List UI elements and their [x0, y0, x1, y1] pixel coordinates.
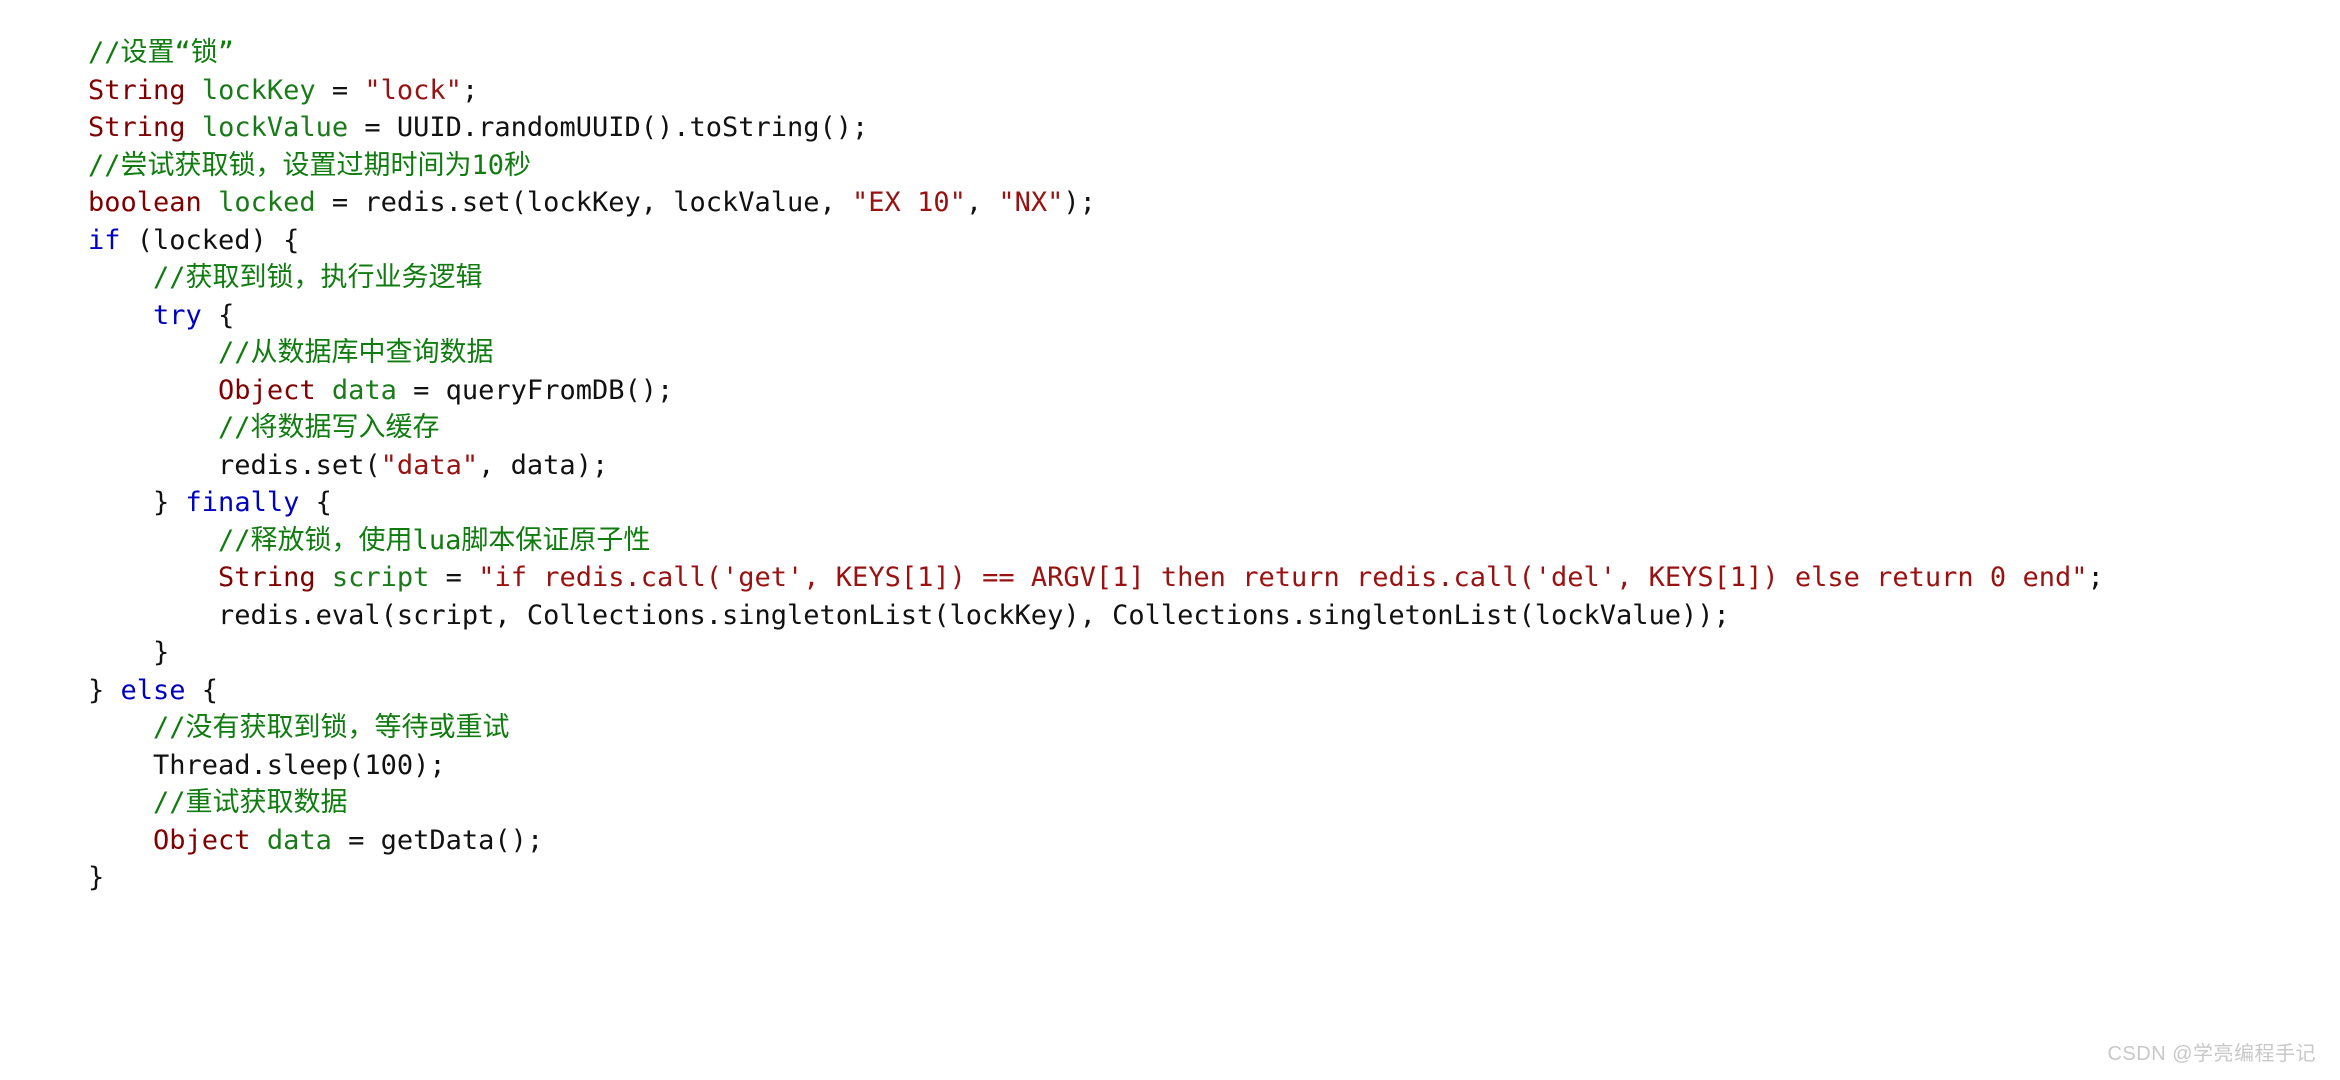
code-token-pln: { [201, 299, 235, 331]
code-token-cmt: //重试获取数据 [153, 787, 348, 818]
code-token-kw: Object [218, 374, 316, 406]
code-token-pln: , [965, 187, 999, 218]
code-token-var: script [331, 562, 430, 593]
code-line: String script = "if redis.call('get', KE… [88, 559, 2104, 597]
code-token-pln: = queryFromDB(); [396, 374, 674, 406]
code-token-pln: = [429, 562, 479, 593]
code-token-kw2: try [153, 299, 202, 331]
code-token-str: "lock" [364, 74, 462, 106]
code-token-str: "EX 10" [852, 187, 966, 218]
code-token-str: "if redis.call('get', KEYS[1]) == ARGV[1… [478, 562, 2088, 593]
code-line: //尝试获取锁，设置过期时间为10秒 [88, 147, 2104, 185]
code-line: } else { [88, 672, 2104, 710]
code-line: redis.set("data", data); [88, 447, 2104, 485]
code-line: //重试获取数据 [88, 784, 2104, 822]
code-token-kw2: if [88, 224, 121, 256]
code-line: String lockKey = "lock"; [88, 72, 2104, 110]
code-token-cmt: //尝试获取锁，设置过期时间为10秒 [88, 149, 532, 181]
code-token-pln [88, 300, 153, 331]
code-line: String lockValue = UUID.randomUUID().toS… [88, 109, 2104, 147]
code-token-pln: redis.set( [88, 449, 381, 481]
code-line: //将数据写入缓存 [88, 409, 2104, 447]
code-token-pln [186, 112, 202, 143]
code-token-pln: ; [461, 74, 479, 106]
code-token-pln: } [88, 674, 121, 706]
code-token-pln: } [88, 637, 170, 668]
code-line: Thread.sleep(100); [88, 747, 2104, 785]
code-token-pln [316, 375, 332, 406]
csdn-watermark: CSDN @学亮编程手记 [2107, 1043, 2316, 1065]
code-token-var: data [266, 824, 332, 856]
code-token-pln [88, 337, 218, 368]
code-token-pln [88, 787, 153, 818]
code-token-pln [88, 712, 153, 743]
code-token-kw2: finally [185, 487, 300, 518]
code-token-pln: ); [1063, 187, 1096, 218]
code-token-pln [186, 75, 202, 106]
code-token-pln: = [315, 74, 365, 106]
code-line: } [88, 859, 2104, 897]
code-token-pln: , data); [478, 449, 609, 481]
code-token-kw2: else [120, 674, 186, 706]
code-token-cmt: //获取到锁，执行业务逻辑 [153, 262, 483, 293]
code-line: //释放锁，使用lua脚本保证原子性 [88, 522, 2104, 560]
code-token-var: locked [218, 187, 316, 218]
code-token-pln: ; [2087, 562, 2104, 593]
code-token-pln [88, 412, 218, 443]
code-token-kw: Object [153, 824, 251, 856]
code-line: if (locked) { [88, 222, 2104, 260]
code-token-pln: { [299, 487, 332, 518]
code-line: } finally { [88, 484, 2104, 522]
code-token-pln [88, 525, 218, 556]
code-token-pln: = getData(); [331, 824, 544, 856]
code-token-pln: } [88, 487, 186, 518]
code-line: } [88, 634, 2104, 672]
code-line: Object data = queryFromDB(); [88, 372, 2104, 410]
code-token-pln: = UUID.randomUUID().toString(); [348, 112, 869, 143]
code-token-var: lockValue [201, 112, 349, 143]
code-line: //没有获取到锁，等待或重试 [88, 709, 2104, 747]
code-token-pln [88, 375, 218, 406]
code-token-pln [88, 825, 153, 856]
code-token-cmt: //释放锁，使用lua脚本保证原子性 [218, 524, 651, 556]
code-token-cmt: //从数据库中查询数据 [218, 337, 494, 368]
code-token-kw: String [88, 112, 186, 143]
code-line: //设置“锁” [88, 34, 2104, 72]
code-token-pln [202, 187, 218, 218]
code-line: try { [88, 297, 2104, 335]
code-token-var: data [331, 374, 397, 406]
code-token-cmt: //没有获取到锁，等待或重试 [153, 712, 510, 743]
code-token-str: "NX" [998, 187, 1064, 218]
code-block: //设置“锁” String lockKey = "lock"; String lo… [88, 34, 2104, 897]
code-token-kw: boolean [88, 187, 202, 218]
code-token-pln: (locked) { [120, 224, 300, 256]
code-token-pln: { [185, 674, 219, 706]
code-token-pln [88, 262, 153, 293]
code-token-pln [251, 825, 267, 856]
code-token-pln [88, 562, 218, 593]
code-token-pln: } [88, 862, 105, 893]
code-line: boolean locked = redis.set(lockKey, lock… [88, 184, 2104, 222]
code-line: //获取到锁，执行业务逻辑 [88, 259, 2104, 297]
code-token-cmt: //设置“锁” [88, 37, 235, 68]
code-token-var: lockKey [201, 74, 316, 106]
code-token-pln: redis.eval(script, Collections.singleton… [88, 599, 1730, 631]
code-line: Object data = getData(); [88, 822, 2104, 860]
code-line: redis.eval(script, Collections.singleton… [88, 597, 2104, 635]
code-token-pln: Thread.sleep(100); [88, 749, 446, 781]
code-line: //从数据库中查询数据 [88, 334, 2104, 372]
code-token-kw: String [218, 562, 316, 593]
code-token-pln [316, 562, 332, 593]
code-token-cmt: //将数据写入缓存 [218, 412, 440, 443]
code-token-str: "data" [380, 449, 479, 481]
code-token-kw: String [88, 74, 186, 106]
code-token-pln: = redis.set(lockKey, lockValue, [315, 187, 853, 218]
